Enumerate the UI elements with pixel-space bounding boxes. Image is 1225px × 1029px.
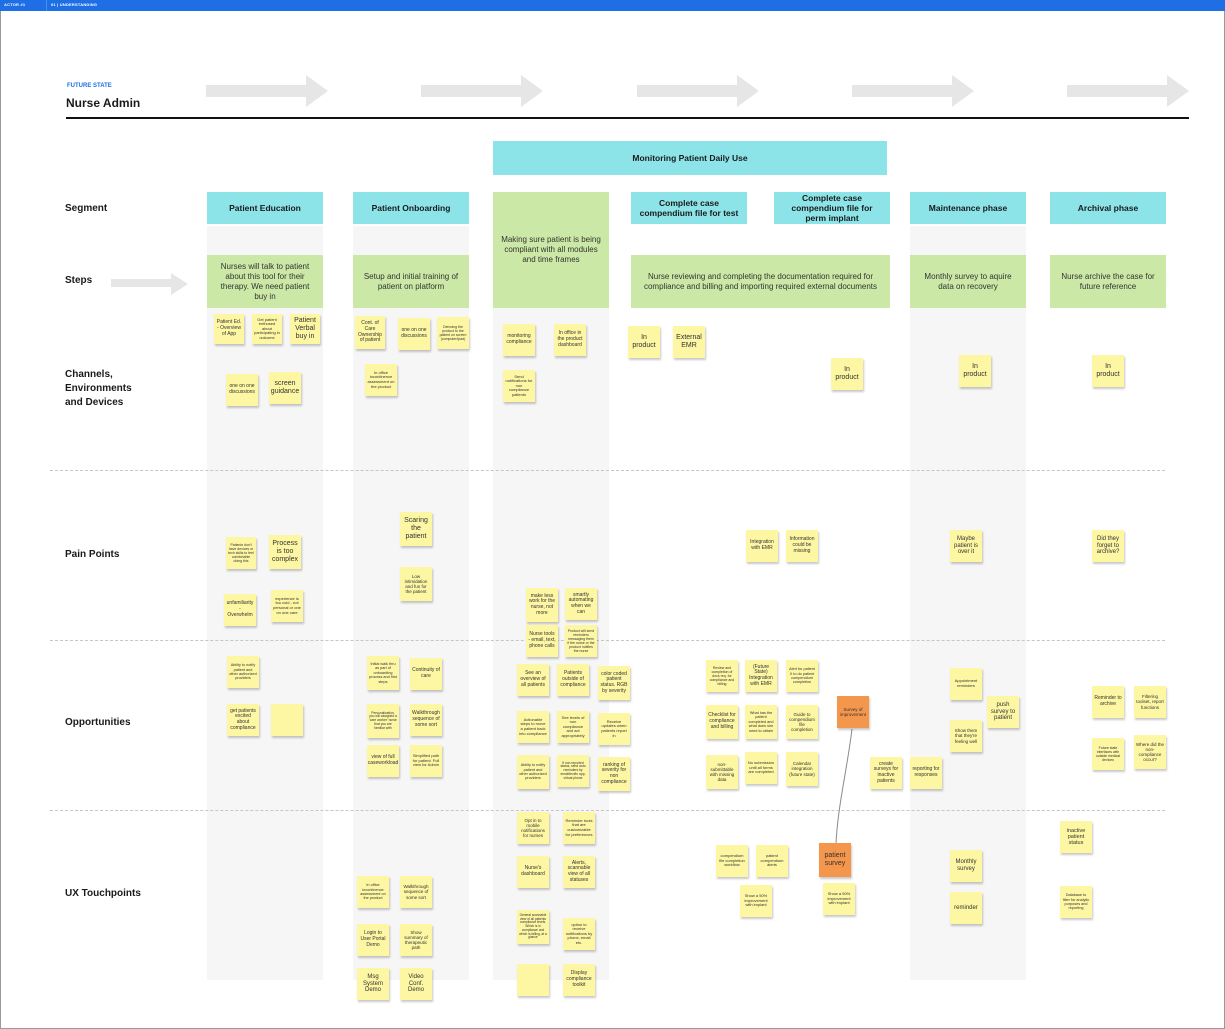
sticky-note[interactable]: Show summary of therapeutic path	[400, 924, 432, 956]
sticky-note[interactable]: Low intimidation and fun for the patient	[400, 567, 432, 601]
sticky-note[interactable]: Reminder tools that are customizable for…	[563, 812, 595, 844]
sticky-note[interactable]: compendium file completion workflow	[716, 845, 748, 877]
sticky-note[interactable]: Display compliance toolkit	[563, 964, 595, 996]
sticky-note[interactable]: Monthly survey	[950, 850, 982, 882]
sticky-note[interactable]: In product	[628, 326, 660, 358]
sticky-note[interactable]: view of full caseworkload	[367, 745, 399, 777]
sticky-note[interactable]: Get patient enthused about participating…	[252, 314, 282, 344]
sticky-note[interactable]: General scannable view of all patients c…	[517, 910, 549, 944]
sticky-note[interactable]: In product	[959, 355, 991, 387]
sticky-note[interactable]: Demoing the product to the patient on sc…	[437, 317, 469, 349]
survey-connector	[835, 728, 853, 844]
sticky-note[interactable]: Initial walk thru as part of onboarding …	[367, 656, 399, 690]
sticky-note[interactable]: Alerts, scannable view of all statuses	[563, 856, 595, 888]
sticky-note[interactable]: make less work for the nurse, not more	[526, 588, 558, 622]
sticky-note[interactable]: See levels of non compliance and act app…	[557, 711, 589, 743]
sticky-note[interactable]: Show a 50% improvement with implant	[823, 883, 855, 915]
sticky-note[interactable]: Login to User Portal Demo	[357, 924, 389, 956]
sticky-note[interactable]: create surveys for inactive patients	[870, 757, 902, 789]
sticky-note[interactable]: Walkthrough sequence of some sort	[410, 704, 442, 736]
sticky-note-orange[interactable]: Survey of improvement	[837, 696, 869, 728]
sticky-note[interactable]: Scaring the patient	[400, 512, 432, 546]
sticky-note[interactable]: ranking of severity for non compliance	[598, 757, 630, 791]
sticky-note[interactable]: Walkthrough sequence of some sort	[400, 876, 432, 908]
sticky-note[interactable]: Actionable steps to move a patient back …	[517, 711, 549, 743]
sticky-note[interactable]: option to receive notifications by phone…	[563, 918, 595, 950]
sticky-note[interactable]: smartly automating when we can	[565, 588, 597, 620]
sticky-note[interactable]: Patients outside of compliance	[557, 664, 589, 696]
sticky-note[interactable]: Future state interfaces with outside med…	[1092, 738, 1124, 770]
sticky-note[interactable]: In product	[1092, 355, 1124, 387]
sticky-note[interactable]: Ability to notify patient and other auth…	[517, 755, 549, 789]
sticky-note[interactable]: Process is too complex	[269, 535, 301, 569]
sticky-note[interactable]: (Future State) Integration with EMR	[745, 660, 777, 692]
sticky-note[interactable]: External EMR	[673, 326, 705, 358]
sticky-note[interactable]: unfamiliarity - Overwhelm	[224, 594, 256, 626]
sticky-note[interactable]: color coded patient status. RGB by sever…	[598, 666, 630, 700]
sticky-note[interactable]: In office incontinence assessment on the…	[357, 876, 389, 908]
sticky-note[interactable]: push survey to patient	[987, 696, 1019, 728]
sticky-note[interactable]: What has the patient completed and what …	[745, 705, 777, 739]
sticky-note[interactable]: Opt in to mobile notifications for nurse…	[517, 812, 549, 844]
sticky-note[interactable]: Show them that they're feeling well	[950, 720, 982, 752]
sticky-note[interactable]	[271, 704, 303, 736]
sticky-note[interactable]: Alert for patient X to do patient compen…	[786, 660, 818, 692]
sticky-note[interactable]: reporting for responses	[910, 757, 942, 789]
sticky-note[interactable]: Information could be missing	[786, 530, 818, 562]
sticky-note[interactable]: Did they forget to archive?	[1092, 530, 1124, 562]
sticky-note[interactable]: non-submittable with missing data	[706, 755, 738, 789]
sticky-note[interactable]: Calendar integration (future state)	[786, 752, 818, 786]
sticky-note[interactable]: Nurse tools - email, text, phone calls	[526, 625, 558, 657]
sticky-note[interactable]: Where did the non-compliance occur?	[1134, 735, 1166, 769]
sticky-note[interactable]: In office incontinence assessment on the…	[365, 364, 397, 396]
sticky-note[interactable]: monitoring compliance	[503, 324, 535, 356]
sticky-note[interactable]: Video Conf. Demo	[400, 968, 432, 1000]
sticky-note[interactable]: screen guidance	[269, 372, 301, 404]
sticky-note[interactable]: get patients excited about compliance	[227, 704, 259, 736]
sticky-note[interactable]: Review and completion of docs req. for c…	[706, 660, 738, 692]
sticky-note[interactable]: Nurse's dashboard	[517, 856, 549, 888]
sticky-note[interactable]: Guide to compendium file completion	[786, 705, 818, 739]
sticky-note[interactable]: Continuity of care	[410, 658, 442, 690]
sticky-note[interactable]: Show a 50% improvement with implant	[740, 885, 772, 917]
sticky-note[interactable]: Ability to notify patient and other auth…	[227, 656, 259, 688]
sticky-note[interactable]: Msg System Demo	[357, 968, 389, 1000]
sticky-note[interactable]: Receive updates when patients report in	[598, 713, 630, 745]
sticky-note[interactable]: Product will send reminders messaging th…	[565, 625, 597, 657]
sticky-note[interactable]: inactive patient status	[1060, 821, 1092, 853]
sticky-note[interactable]: Integration with EMR	[746, 530, 778, 562]
sticky-note[interactable]: Patient Verbal buy in	[290, 314, 320, 344]
sticky-note[interactable]: Cont. of Care Ownership of patient	[355, 316, 385, 349]
sticky-note[interactable]: No submission until all forms are comple…	[745, 752, 777, 784]
sticky-note[interactable]: See an overview of all patients	[517, 664, 549, 696]
sticky-note[interactable]: patient compendium alerts	[756, 845, 788, 877]
sticky-note[interactable]: Send notifications for non compliance pa…	[503, 370, 535, 402]
sticky-note[interactable]: one on one discussions	[226, 374, 258, 406]
sticky-note[interactable]: In office in the product dashboard	[554, 324, 586, 356]
sticky-note[interactable]: one on one discussions	[398, 318, 430, 350]
sticky-note[interactable]: Filtering toolset, report functions	[1134, 686, 1166, 718]
sticky-note[interactable]: experience is too cold - not personal or…	[271, 590, 303, 622]
sticky-note[interactable]: Patients don't have devices or tech skil…	[226, 537, 256, 569]
sticky-note[interactable]: Database to filter for analytic purposes…	[1060, 886, 1092, 918]
sticky-note[interactable]	[517, 964, 549, 996]
sticky-note[interactable]: reminder	[950, 892, 982, 924]
sticky-note[interactable]: Appointment reminders	[950, 668, 982, 700]
sticky-note[interactable]: Maybe patient is over it	[950, 530, 982, 562]
sticky-note-orange[interactable]: patient survey	[819, 843, 851, 877]
sticky-note[interactable]: In product	[831, 358, 863, 390]
sticky-note[interactable]: Simplified path for patient. Full view f…	[410, 745, 442, 777]
sticky-note[interactable]: Checklist for compliance and billing	[706, 705, 738, 739]
sticky-note[interactable]: If non reported status, send auto remind…	[557, 755, 589, 787]
sticky-note[interactable]: Patient Ed. - Overview of App	[214, 314, 244, 344]
sticky-note[interactable]: Reminder to archive	[1092, 686, 1124, 718]
sticky-note[interactable]: Personalization, you will assigned a 'ca…	[367, 704, 399, 738]
